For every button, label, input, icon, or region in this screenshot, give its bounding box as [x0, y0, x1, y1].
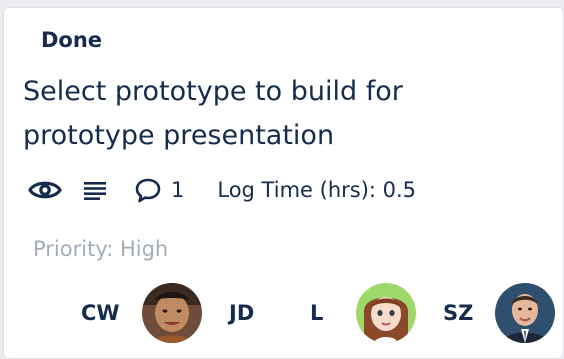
card-title[interactable]: Select prototype to build for prototype …	[23, 70, 443, 158]
description-lines-icon	[82, 174, 108, 206]
member-initials-l[interactable]: L	[310, 298, 323, 328]
task-card[interactable]: Done Select prototype to build for proto…	[3, 7, 564, 359]
log-time: Log Time (hrs): 0.5	[217, 178, 417, 202]
card-badges: 1 Log Time (hrs): 0.5	[28, 174, 416, 206]
member-initials-cw[interactable]: CW	[81, 298, 120, 328]
comment-count: 1	[171, 178, 185, 202]
member-initials-jd[interactable]: JD	[229, 298, 254, 328]
avatar[interactable]	[495, 283, 555, 343]
speech-bubble-icon[interactable]	[135, 174, 161, 206]
eye-icon[interactable]	[28, 174, 62, 206]
priority-label: Priority: High	[33, 237, 169, 261]
avatar[interactable]	[356, 283, 416, 343]
avatar[interactable]	[142, 283, 202, 343]
status-label: Done	[41, 28, 103, 52]
card-members: CW JD L SZ	[4, 280, 564, 346]
member-initials-sz[interactable]: SZ	[443, 298, 473, 328]
